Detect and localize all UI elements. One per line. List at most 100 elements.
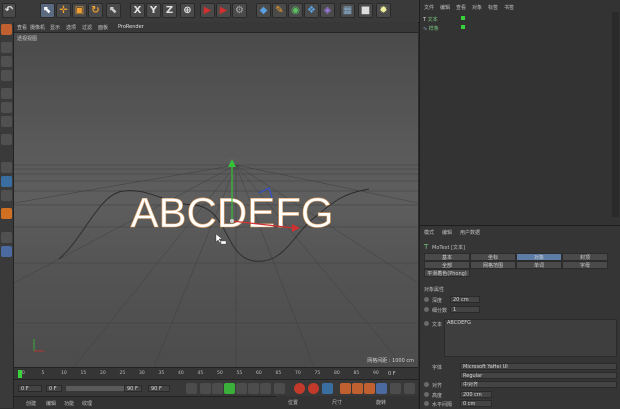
edges-mode-icon[interactable] [1, 102, 12, 113]
move-icon[interactable]: ✛ [56, 3, 71, 18]
tweak-mode-icon[interactable] [1, 162, 12, 173]
select-icon[interactable]: ⬉ [40, 3, 55, 18]
viewport-menu-filter[interactable]: 过滤 [82, 24, 92, 31]
snap-icon[interactable] [1, 176, 12, 187]
prev-key-icon[interactable] [200, 383, 211, 394]
workplane-lock-icon[interactable] [1, 232, 12, 243]
align-dropdown[interactable]: 中对齐 [460, 381, 617, 388]
tab-object[interactable]: 对象 [516, 253, 562, 261]
subdivision-field[interactable]: 1 [450, 306, 480, 313]
axis-z-icon[interactable]: Z [162, 3, 177, 18]
next-frame-icon[interactable] [236, 383, 247, 394]
sculpt-icon[interactable] [1, 208, 12, 219]
viewport-menu-options[interactable]: 选项 [66, 24, 76, 31]
lock-icon[interactable] [1, 190, 12, 201]
keyframe-selection-icon[interactable] [322, 383, 333, 394]
key-rotation-icon[interactable] [364, 383, 375, 394]
viewport-menu-display[interactable]: 显示 [50, 24, 60, 31]
tab-grid-range[interactable]: 网格范围 [470, 261, 516, 269]
coord-system-icon[interactable]: ⊕ [180, 3, 195, 18]
camera-icon[interactable]: ■ [358, 3, 373, 18]
obj-menu-tag[interactable]: 标签 [488, 4, 498, 11]
floor-icon[interactable]: ▦ [340, 3, 355, 18]
tab-basic[interactable]: 基本 [424, 253, 470, 261]
obj-menu-edit[interactable]: 编辑 [440, 4, 450, 11]
perspective-viewport[interactable]: 透视视图 ABCDEFG 网格间距: 1000 cm [14, 33, 418, 367]
tab-all[interactable]: 全部 [424, 261, 470, 269]
goto-end-icon[interactable] [260, 383, 271, 394]
autokey-icon[interactable] [308, 383, 319, 394]
polygons-mode-icon[interactable] [1, 116, 12, 127]
key-scale-icon[interactable] [352, 383, 363, 394]
rotate-icon[interactable]: ↻ [88, 3, 103, 18]
max-frame-field[interactable]: 90 F [148, 385, 170, 392]
tab-phong[interactable]: 平滑着色(Phong) [424, 269, 470, 277]
render-settings-icon[interactable]: ⚙ [232, 3, 247, 18]
render-view-icon[interactable]: ▶ [200, 3, 215, 18]
light-icon[interactable]: ✹ [376, 3, 391, 18]
planar-icon[interactable] [1, 246, 12, 257]
cube-icon[interactable]: ◆ [256, 3, 271, 18]
object-scrollbar[interactable] [612, 12, 619, 217]
tab-letters[interactable]: 字母 [562, 261, 608, 269]
record-keys-icon[interactable] [294, 383, 305, 394]
anim-dot-depth[interactable] [424, 297, 429, 302]
end-frame-field[interactable]: 90 F [124, 385, 142, 392]
points-mode-icon[interactable] [1, 88, 12, 99]
viewport-menu-camera[interactable]: 摄像机 [30, 24, 45, 31]
make-editable-icon[interactable] [1, 24, 12, 35]
tab-coord[interactable]: 坐标 [470, 253, 516, 261]
viewport-menu-view[interactable]: 查看 [17, 24, 27, 31]
start-frame-field[interactable]: 0 F [46, 385, 62, 392]
key-position-icon[interactable] [340, 383, 351, 394]
render-picture-icon[interactable]: ▶ [216, 3, 231, 18]
current-frame-field[interactable]: 0 F [18, 385, 42, 392]
anim-dot-hspacing[interactable] [424, 401, 429, 406]
texture-mode-icon[interactable] [1, 56, 12, 67]
attr-menu-userdata[interactable]: 用户数据 [460, 229, 480, 236]
anim-dot-subdiv[interactable] [424, 307, 429, 312]
tab-words[interactable]: 单词 [516, 261, 562, 269]
loop-icon[interactable] [274, 383, 285, 394]
depth-field[interactable]: 20 cm [450, 296, 480, 303]
array-icon[interactable]: ❖ [304, 3, 319, 18]
tab-caps[interactable]: 封顶 [562, 253, 608, 261]
pen-icon[interactable]: ✎ [272, 3, 287, 18]
text-area[interactable]: ABCDEFG [444, 319, 617, 357]
anim-dot-height[interactable] [424, 392, 429, 397]
materials-menu-texture[interactable]: 纹理 [82, 400, 92, 407]
visibility-dot[interactable] [461, 25, 465, 29]
font-style-dropdown[interactable]: Regular [460, 372, 617, 379]
height-field[interactable]: 200 cm [460, 391, 492, 398]
visibility-dot[interactable] [461, 16, 465, 20]
hspacing-field[interactable]: 0 cm [460, 400, 492, 407]
scale-icon[interactable]: ▣ [72, 3, 87, 18]
viewport-menu-prorender[interactable]: ProRender [118, 24, 144, 30]
key-param-icon[interactable] [376, 383, 387, 394]
goto-start-icon[interactable] [186, 383, 197, 394]
anim-dot-text[interactable] [424, 321, 429, 326]
subdivide-icon[interactable]: ◉ [288, 3, 303, 18]
model-mode-icon[interactable] [1, 42, 12, 53]
attr-menu-edit[interactable]: 编辑 [442, 229, 452, 236]
object-row-spline[interactable]: ∿ 样条 [423, 25, 483, 33]
timeline-menu-icon[interactable] [404, 383, 415, 394]
axis-y-icon[interactable]: Y [146, 3, 161, 18]
prev-frame-icon[interactable] [212, 383, 223, 394]
attr-menu-mode[interactable]: 模式 [424, 229, 434, 236]
undo-icon[interactable]: ↶ [2, 3, 16, 18]
recent-tool-icon[interactable]: ⬉ [106, 3, 121, 18]
materials-menu-function[interactable]: 功能 [64, 400, 74, 407]
play-icon[interactable] [224, 383, 235, 394]
axis-mode-icon[interactable] [1, 134, 12, 145]
anim-dot-align[interactable] [424, 382, 429, 387]
obj-menu-object[interactable]: 对象 [472, 4, 482, 11]
obj-menu-view[interactable]: 查看 [456, 4, 466, 11]
obj-menu-file[interactable]: 文件 [424, 4, 434, 11]
workplane-icon[interactable] [1, 70, 12, 81]
materials-menu-create[interactable]: 创建 [26, 400, 36, 407]
next-key-icon[interactable] [248, 383, 259, 394]
axis-x-icon[interactable]: X [130, 3, 145, 18]
key-pla-icon[interactable] [390, 383, 401, 394]
obj-menu-bookmark[interactable]: 书签 [504, 4, 514, 11]
